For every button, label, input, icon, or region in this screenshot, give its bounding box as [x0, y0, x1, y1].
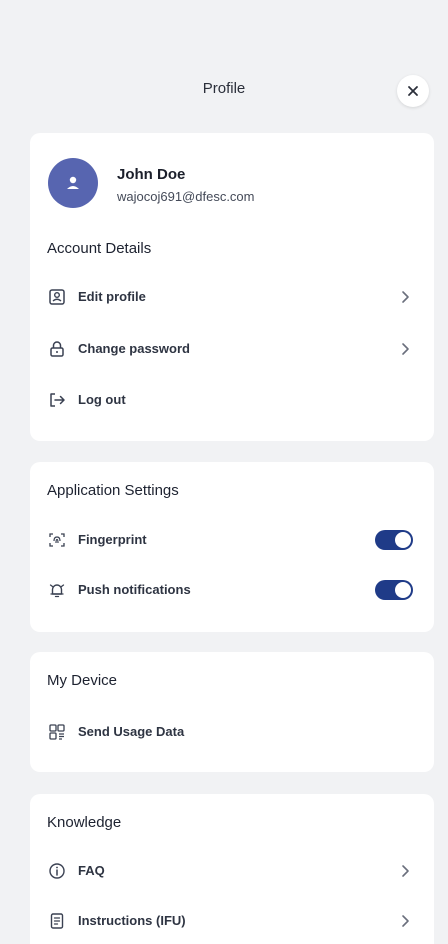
- my-device-title: My Device: [47, 672, 118, 689]
- instructions-row[interactable]: Instructions (IFU): [30, 901, 434, 941]
- header: Profile: [0, 70, 448, 110]
- log-out-row[interactable]: Log out: [30, 380, 434, 420]
- chevron-right-icon: [402, 291, 409, 303]
- fingerprint-row: Fingerprint: [30, 520, 434, 560]
- document-icon: [47, 911, 67, 931]
- knowledge-title: Knowledge: [47, 814, 122, 831]
- push-notifications-toggle[interactable]: [375, 580, 413, 600]
- page-title: Profile: [202, 80, 246, 97]
- close-icon: [408, 86, 418, 96]
- lock-icon: [47, 339, 67, 359]
- profile-screen: Profile John Doe wajocoj691@dfesc.com Ac…: [0, 0, 448, 944]
- change-password-label: Change password: [78, 341, 190, 356]
- edit-profile-label: Edit profile: [78, 289, 146, 304]
- faq-label: FAQ: [78, 863, 105, 878]
- push-notifications-row: Push notifications: [30, 570, 434, 610]
- chevron-right-icon: [402, 343, 409, 355]
- fingerprint-icon: [47, 530, 67, 550]
- fingerprint-toggle[interactable]: [375, 530, 413, 550]
- send-usage-data-row[interactable]: Send Usage Data: [30, 712, 434, 752]
- instructions-label: Instructions (IFU): [78, 913, 186, 928]
- bell-icon: [47, 580, 67, 600]
- toggle-knob: [395, 582, 411, 598]
- toggle-knob: [395, 532, 411, 548]
- application-settings-card: Application Settings Fingerprint Push no: [30, 462, 434, 632]
- edit-profile-row[interactable]: Edit profile: [30, 277, 434, 317]
- profile-card-icon: [47, 287, 67, 307]
- avatar: [48, 158, 98, 208]
- account-card: John Doe wajocoj691@dfesc.com Account De…: [30, 133, 434, 441]
- faq-row[interactable]: FAQ: [30, 851, 434, 891]
- push-notifications-label: Push notifications: [78, 582, 191, 597]
- user-email: wajocoj691@dfesc.com: [117, 189, 255, 204]
- account-details-title: Account Details: [47, 240, 152, 257]
- person-icon: [67, 176, 79, 189]
- usage-data-icon: [47, 722, 67, 742]
- application-settings-title: Application Settings: [47, 482, 179, 499]
- log-out-label: Log out: [78, 392, 126, 407]
- user-name: John Doe: [117, 166, 186, 183]
- knowledge-card: Knowledge FAQ Instructions (IFU): [30, 794, 434, 944]
- chevron-right-icon: [402, 865, 409, 877]
- info-icon: [47, 861, 67, 881]
- logout-icon: [47, 390, 67, 410]
- close-button[interactable]: [397, 75, 429, 107]
- chevron-right-icon: [402, 915, 409, 927]
- fingerprint-label: Fingerprint: [78, 532, 147, 547]
- change-password-row[interactable]: Change password: [30, 329, 434, 369]
- send-usage-data-label: Send Usage Data: [78, 724, 185, 739]
- my-device-card: My Device Send Usage Data: [30, 652, 434, 772]
